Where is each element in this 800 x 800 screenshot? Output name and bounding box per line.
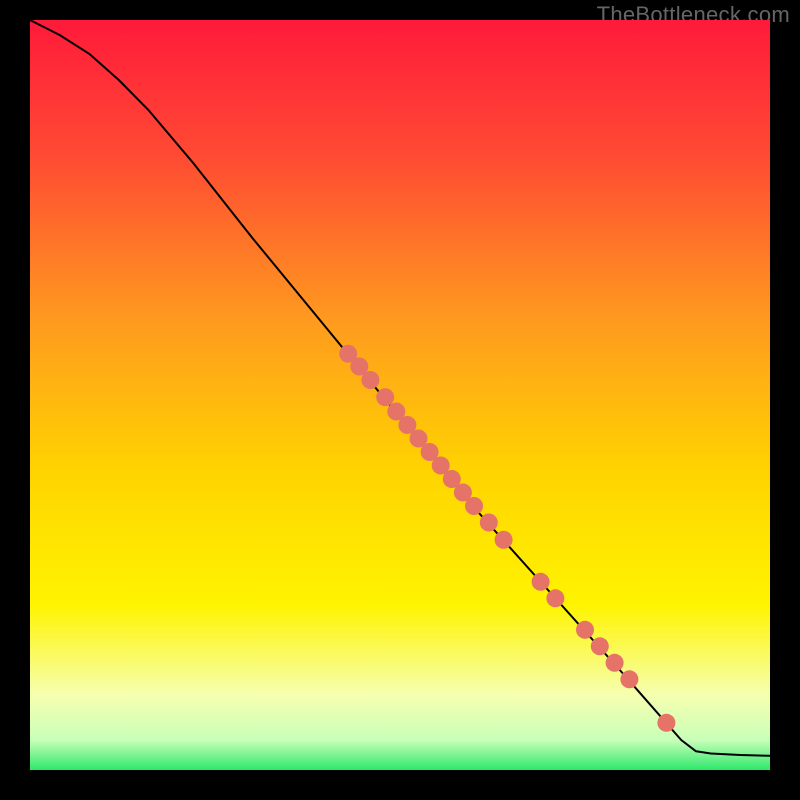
data-point <box>495 531 513 549</box>
data-point <box>376 388 394 406</box>
data-point <box>606 654 624 672</box>
data-point <box>532 573 550 591</box>
gradient-bg <box>30 20 770 770</box>
data-point <box>620 670 638 688</box>
data-point <box>480 514 498 532</box>
data-point <box>361 371 379 389</box>
data-point <box>546 589 564 607</box>
data-point <box>465 497 483 515</box>
data-point <box>591 637 609 655</box>
data-point <box>657 714 675 732</box>
data-point <box>576 621 594 639</box>
chart-plot <box>30 20 770 770</box>
chart-frame: TheBottleneck.com <box>0 0 800 800</box>
